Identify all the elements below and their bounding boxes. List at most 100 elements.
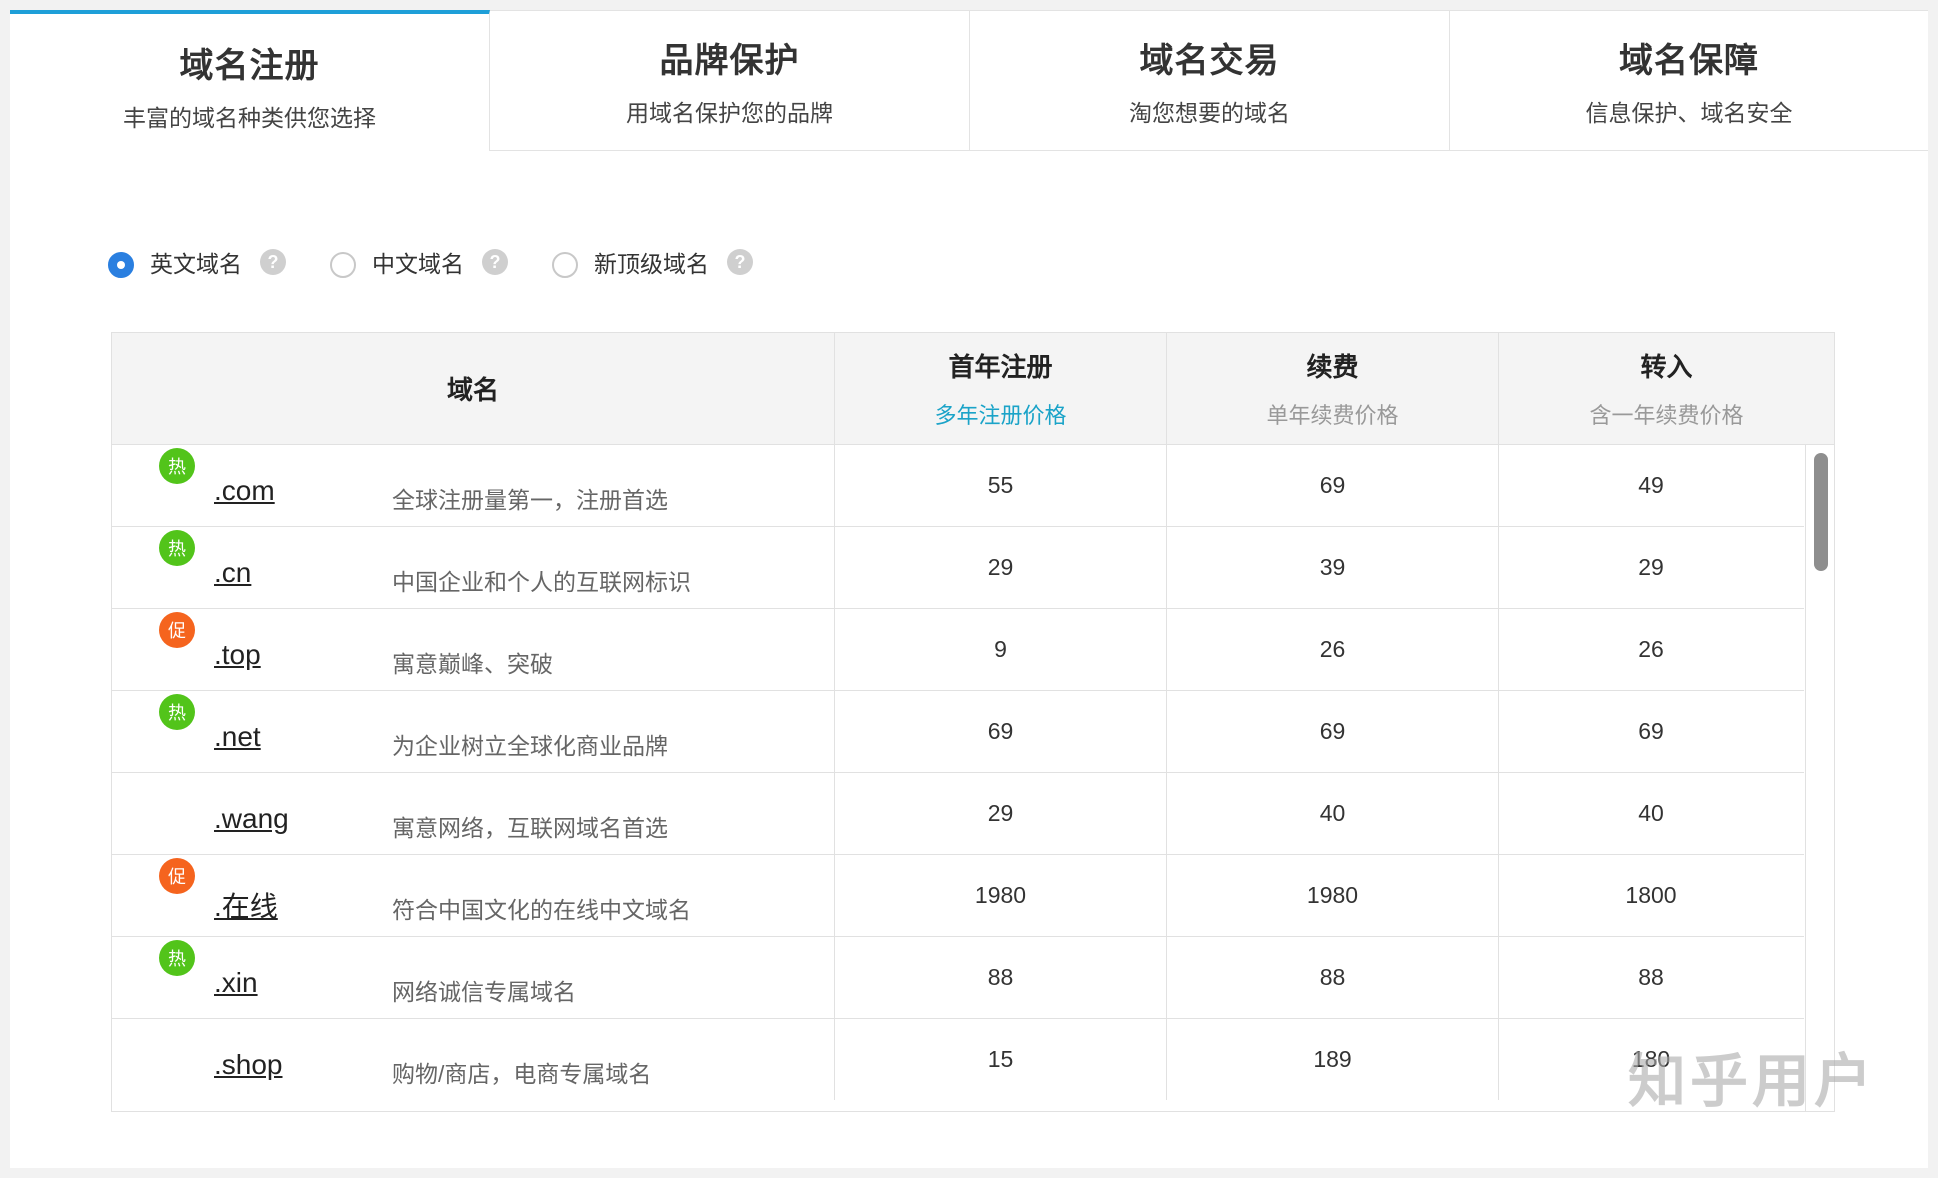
table-scrollbar[interactable] (1805, 445, 1834, 1111)
price-renew: 69 (1167, 445, 1499, 526)
radio-button[interactable] (330, 252, 356, 278)
header-transfer: 转入 含一年续费价格 (1499, 333, 1834, 444)
price-first-year: 29 (835, 773, 1167, 854)
header-title: 首年注册 (948, 352, 1053, 382)
domain-cell: 热 .cn 中国企业和个人的互联网标识 (112, 527, 835, 608)
tab-subtitle: 用域名保护您的品牌 (626, 100, 833, 126)
hot-badge: 热 (159, 530, 195, 566)
price-transfer: 49 (1638, 472, 1664, 498)
promo-badge: 促 (159, 612, 195, 648)
domain-link[interactable]: .shop (214, 1049, 283, 1081)
price-renew: 88 (1167, 937, 1499, 1018)
service-tabs: 域名注册 丰富的域名种类供您选择 品牌保护 用域名保护您的品牌 域名交易 淘您想… (10, 10, 1928, 151)
radio-label: 英文域名 (150, 251, 242, 277)
domain-cell: .wang 寓意网络，互联网域名首选 (112, 773, 835, 854)
price-renew: 40 (1167, 773, 1499, 854)
header-title: 续费 (1306, 352, 1359, 382)
radio-label: 中文域名 (372, 251, 464, 277)
domain-link[interactable]: .在线 (214, 885, 278, 925)
tab-domain-register[interactable]: 域名注册 丰富的域名种类供您选择 (10, 10, 490, 151)
price-transfer: 26 (1638, 636, 1664, 662)
domain-description: 全球注册量第一，注册首选 (392, 487, 668, 513)
price-transfer: 1800 (1625, 882, 1677, 908)
table-row: 促 .在线 符合中国文化的在线中文域名 1980 1980 1800 (112, 855, 1804, 937)
domain-description: 寓意巅峰、突破 (392, 651, 553, 677)
domain-description: 符合中国文化的在线中文域名 (392, 897, 691, 923)
header-domain: 域名 (112, 333, 835, 444)
table-row: .shop 购物/商店，电商专属域名 15 189 180 (112, 1019, 1804, 1101)
price-transfer: 88 (1638, 964, 1664, 990)
radio-button[interactable] (552, 252, 578, 278)
price-first-year: 55 (835, 445, 1167, 526)
domain-cell: 促 .在线 符合中国文化的在线中文域名 (112, 855, 835, 936)
domain-cell: .shop 购物/商店，电商专属域名 (112, 1019, 835, 1100)
price-first-year: 9 (835, 609, 1167, 690)
radio-new-tld[interactable]: 新顶级域名 ? (552, 245, 753, 279)
hot-badge: 热 (159, 940, 195, 976)
table-row: 热 .com 全球注册量第一，注册首选 55 69 49 (112, 445, 1804, 527)
tab-brand-protection[interactable]: 品牌保护 用域名保护您的品牌 (490, 10, 970, 151)
hot-badge: 热 (159, 694, 195, 730)
domain-service-panel: 域名注册 丰富的域名种类供您选择 品牌保护 用域名保护您的品牌 域名交易 淘您想… (10, 10, 1928, 1168)
table-row: 热 .cn 中国企业和个人的互联网标识 29 39 29 (112, 527, 1804, 609)
price-first-year: 29 (835, 527, 1167, 608)
table-header: 域名 首年注册 多年注册价格 续费 单年续费价格 转入 含一年续费价格 (112, 333, 1834, 445)
price-renew: 39 (1167, 527, 1499, 608)
price-transfer: 40 (1638, 800, 1664, 826)
domain-price-table: 域名 首年注册 多年注册价格 续费 单年续费价格 转入 含一年续费价格 热 .co… (111, 332, 1835, 1112)
header-title: 转入 (1640, 352, 1693, 382)
tab-domain-trade[interactable]: 域名交易 淘您想要的域名 (970, 10, 1450, 151)
tab-title: 域名注册 (179, 47, 320, 85)
header-subtitle-link[interactable]: 多年注册价格 (934, 398, 1066, 430)
table-row: 热 .net 为企业树立全球化商业品牌 69 69 69 (112, 691, 1804, 773)
domain-link[interactable]: .xin (214, 967, 258, 999)
price-first-year: 15 (835, 1019, 1167, 1100)
domain-link[interactable]: .top (214, 639, 261, 671)
header-subtitle: 单年续费价格 (1266, 403, 1399, 428)
domain-description: 购物/商店，电商专属域名 (392, 1061, 652, 1087)
domain-description: 网络诚信专属域名 (392, 979, 576, 1005)
help-icon[interactable]: ? (482, 249, 508, 275)
domain-type-selector: 英文域名 ? 中文域名 ? 新顶级域名 ? (108, 245, 797, 279)
tab-domain-security[interactable]: 域名保障 信息保护、域名安全 (1450, 10, 1928, 151)
table-body: 热 .com 全球注册量第一，注册首选 55 69 49 热 .cn 中国企业和个人的互联网标识… (112, 445, 1804, 1101)
tab-title: 域名保障 (1619, 42, 1759, 80)
promo-badge: 促 (159, 858, 195, 894)
help-icon[interactable]: ? (260, 249, 286, 275)
price-first-year: 88 (835, 937, 1167, 1018)
table-row: 热 .xin 网络诚信专属域名 88 88 88 (112, 937, 1804, 1019)
table-row: .wang 寓意网络，互联网域名首选 29 40 40 (112, 773, 1804, 855)
radio-button[interactable] (108, 252, 134, 278)
domain-cell: 热 .xin 网络诚信专属域名 (112, 937, 835, 1018)
hot-badge: 热 (159, 448, 195, 484)
price-transfer: 69 (1638, 718, 1664, 744)
domain-link[interactable]: .com (214, 475, 275, 507)
price-first-year: 1980 (835, 855, 1167, 936)
domain-cell: 促 .top 寓意巅峰、突破 (112, 609, 835, 690)
domain-link[interactable]: .cn (214, 557, 251, 589)
price-renew: 1980 (1167, 855, 1499, 936)
header-title: 域名 (446, 375, 499, 405)
domain-cell: 热 .net 为企业树立全球化商业品牌 (112, 691, 835, 772)
table-row: 促 .top 寓意巅峰、突破 9 26 26 (112, 609, 1804, 691)
tab-subtitle: 信息保护、域名安全 (1585, 100, 1793, 126)
price-renew: 69 (1167, 691, 1499, 772)
radio-chinese-domain[interactable]: 中文域名 ? (330, 245, 508, 279)
help-icon[interactable]: ? (727, 249, 753, 275)
tab-subtitle: 淘您想要的域名 (1129, 100, 1290, 126)
price-transfer: 29 (1638, 554, 1664, 580)
radio-label: 新顶级域名 (594, 251, 709, 277)
domain-description: 寓意网络，互联网域名首选 (392, 815, 668, 841)
scrollbar-thumb[interactable] (1814, 453, 1828, 571)
price-renew: 189 (1167, 1019, 1499, 1100)
price-first-year: 69 (835, 691, 1167, 772)
watermark: 知乎用户 (1627, 1049, 1876, 1114)
domain-link[interactable]: .net (214, 721, 261, 753)
header-renew: 续费 单年续费价格 (1167, 333, 1499, 444)
tab-title: 域名交易 (1139, 42, 1280, 80)
radio-english-domain[interactable]: 英文域名 ? (108, 245, 286, 279)
header-subtitle: 含一年续费价格 (1589, 403, 1744, 428)
domain-link[interactable]: .wang (214, 803, 289, 835)
tab-title: 品牌保护 (659, 42, 800, 80)
header-first-year: 首年注册 多年注册价格 (835, 333, 1167, 444)
